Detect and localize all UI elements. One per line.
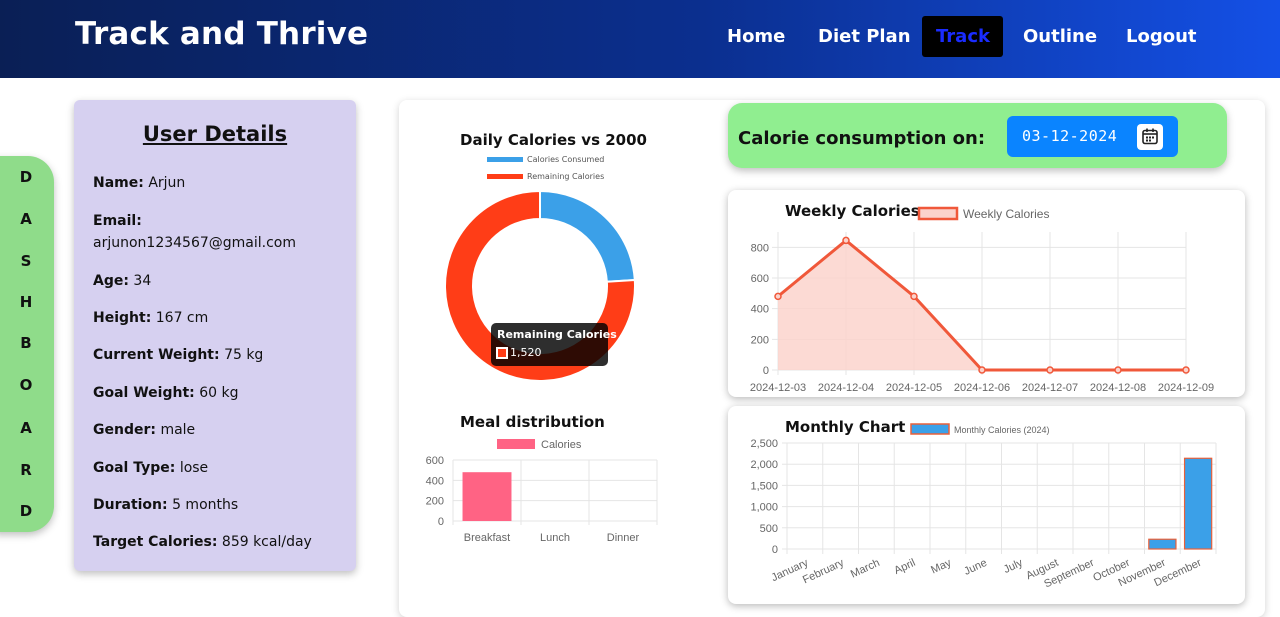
weekly-xtick-label: 2024-12-07: [1022, 382, 1078, 394]
meal-bar[interactable]: [462, 472, 512, 521]
chart-tooltip: Remaining Calories 1,520: [491, 323, 617, 366]
legend-label-weekly[interactable]: Weekly Calories: [963, 207, 1049, 221]
weekly-xtick-label: 2024-12-06: [954, 382, 1010, 394]
tooltip-value: 1,520: [510, 346, 542, 359]
calendar-icon[interactable]: [1137, 124, 1163, 150]
weekly-ytick-label: 0: [763, 365, 769, 377]
meal-ytick-label: 0: [438, 516, 444, 528]
monthly-xtick-label: May: [929, 557, 953, 577]
weekly-point[interactable]: [1046, 366, 1054, 374]
daily-chart-title: Daily Calories vs 2000: [460, 131, 647, 149]
weekly-ytick-label: 200: [751, 334, 769, 346]
user-details-card: User Details Name: Arjun Email: arjunon12…: [74, 100, 356, 571]
dashboard-letter: A: [20, 210, 32, 228]
monthly-chart-card: Monthly Chart Monthly Calories (2024) 05…: [728, 406, 1245, 604]
weekly-point[interactable]: [842, 236, 850, 245]
weekly-point[interactable]: [978, 366, 986, 374]
weekly-xtick-label: 2024-12-04: [818, 382, 874, 394]
monthly-xtick-label: March: [849, 557, 882, 581]
monthly-bar-chart[interactable]: Monthly Calories (2024) 0 500 1,000 1,500 2,…: [728, 406, 1245, 604]
monthly-ytick-label: 1,000: [750, 502, 778, 514]
weekly-point[interactable]: [1114, 366, 1122, 374]
user-field-age: Age: 34: [93, 273, 152, 289]
user-details-title: User Details: [142, 122, 288, 146]
slice-calories-consumed[interactable]: [539, 189, 636, 283]
legend-label-meal[interactable]: Calories: [541, 439, 582, 451]
legend-label-remaining[interactable]: Remaining Calories: [527, 172, 604, 181]
user-field-email: Email: arjunon1234567@gmail.com: [93, 213, 296, 251]
date-input-value: 03-12-2024: [1022, 127, 1118, 145]
nav-home[interactable]: Home: [713, 16, 799, 57]
user-field-goal-weight: Goal Weight: 60 kg: [93, 385, 239, 401]
monthly-xtick-label: July: [1002, 557, 1025, 576]
dashboard-letter: A: [20, 419, 32, 437]
monthly-xtick-label: April: [892, 557, 917, 577]
user-field-goal-type: Goal Type: lose: [93, 460, 209, 476]
meal-xtick-label: Breakfast: [464, 532, 510, 544]
user-field-height: Height: 167 cm: [93, 310, 209, 326]
weekly-chart-card: Weekly Calories Weekly Calories 0 200 400 6…: [728, 190, 1245, 397]
weekly-xtick-label: 2024-12-05: [886, 382, 942, 394]
user-field-name: Name: Arjun: [93, 175, 186, 191]
weekly-line-chart[interactable]: Weekly Calories 0 200 400 600 800 2024-12-03 2…: [728, 190, 1245, 397]
nav-diet-plan[interactable]: Diet Plan: [804, 16, 925, 57]
meal-bar-chart[interactable]: Calories 0 200 400 600 Breakfast Lunch Dinner: [415, 435, 665, 545]
tooltip-title: Remaining Calories: [497, 328, 617, 341]
user-field-gender: Gender: male: [93, 422, 196, 438]
monthly-bar[interactable]: [1148, 538, 1177, 550]
legend-label-consumed[interactable]: Calories Consumed: [527, 155, 604, 164]
calendar-icon-glyph: [1142, 128, 1158, 145]
monthly-xtick-label: June: [962, 557, 989, 578]
weekly-ytick-label: 600: [751, 273, 769, 285]
legend-swatch-monthly[interactable]: [910, 423, 950, 435]
date-input[interactable]: 03-12-2024: [1007, 116, 1178, 157]
weekly-ytick-label: 400: [751, 304, 769, 316]
dashboard-letter: D: [19, 502, 33, 520]
dashboard-letter: O: [19, 376, 33, 394]
monthly-bar[interactable]: [1183, 457, 1213, 550]
user-field-current-weight: Current Weight: 75 kg: [93, 347, 264, 363]
monthly-ytick-label: 2,500: [750, 438, 778, 450]
weekly-xtick-label: 2024-12-03: [750, 382, 806, 394]
nav-logout[interactable]: Logout: [1112, 16, 1211, 57]
dashboard-letter: H: [19, 293, 33, 311]
legend-label-monthly[interactable]: Monthly Calories (2024): [954, 425, 1050, 435]
top-navbar: Track and Thrive Home Diet Plan Track Ou…: [0, 0, 1280, 78]
nav-outline[interactable]: Outline: [1009, 16, 1111, 57]
meal-ytick-label: 200: [426, 496, 444, 508]
nav-track[interactable]: Track: [922, 16, 1003, 57]
legend-swatch-remaining[interactable]: [487, 174, 523, 179]
meal-xtick-label: Dinner: [607, 532, 640, 544]
calorie-date-card: Calorie consumption on: 03-12-2024: [728, 103, 1227, 168]
legend-swatch-weekly[interactable]: [917, 206, 959, 221]
calorie-date-label: Calorie consumption on:: [738, 128, 986, 149]
meal-xtick-label: Lunch: [540, 532, 570, 544]
weekly-xtick-label: 2024-12-09: [1158, 382, 1214, 394]
meal-ytick-label: 400: [426, 475, 444, 487]
brand-title: Track and Thrive: [75, 16, 369, 52]
monthly-ytick-label: 500: [760, 523, 778, 535]
weekly-xtick-label: 2024-12-08: [1090, 382, 1146, 394]
tooltip-swatch: [496, 347, 508, 359]
monthly-ytick-label: 1,500: [750, 480, 778, 492]
legend-swatch-meal[interactable]: [497, 439, 535, 449]
monthly-ytick-label: 2,000: [750, 459, 778, 471]
dashboard-letter: B: [20, 334, 32, 352]
legend-swatch-consumed[interactable]: [487, 157, 523, 162]
dashboard-letter: S: [20, 252, 32, 270]
dashboard-letter: R: [20, 461, 32, 479]
monthly-ytick-label: 0: [772, 544, 778, 556]
monthly-xtick-label: February: [801, 557, 846, 587]
meal-ytick-label: 600: [426, 455, 444, 467]
meal-chart-title: Meal distribution: [460, 413, 605, 431]
weekly-point[interactable]: [910, 292, 918, 301]
user-field-target-calories: Target Calories: 859 kcal/day: [93, 534, 312, 550]
weekly-point[interactable]: [1182, 366, 1190, 374]
user-field-duration: Duration: 5 months: [93, 497, 239, 513]
dashboard-letter: D: [19, 168, 33, 186]
weekly-ytick-label: 800: [751, 242, 769, 254]
dashboard-tab[interactable]: D A S H B O A R D: [0, 156, 54, 532]
weekly-point[interactable]: [774, 292, 782, 301]
